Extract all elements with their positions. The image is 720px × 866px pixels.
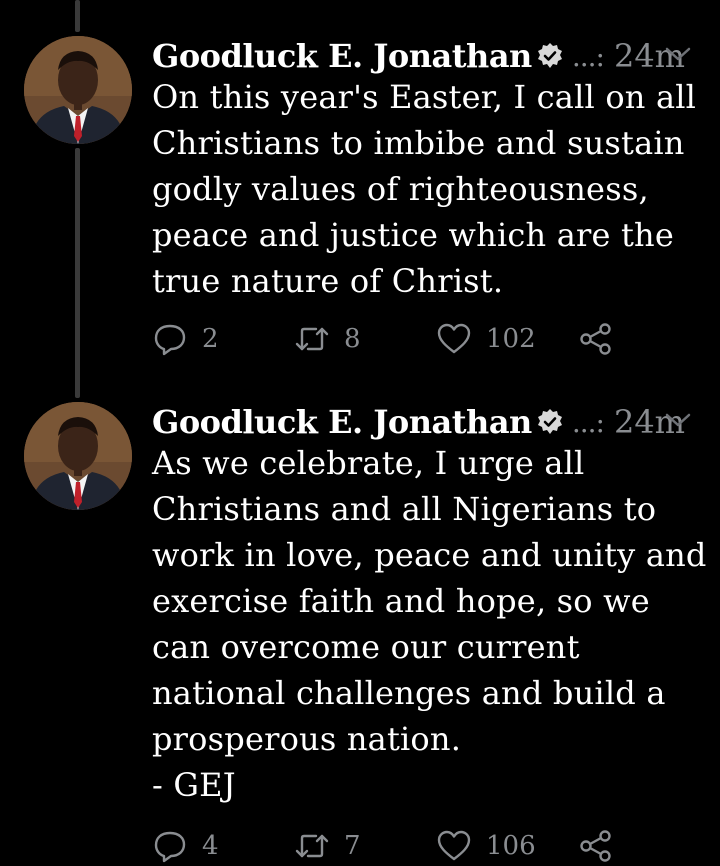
display-name[interactable]: Goodluck E. Jonathan bbox=[152, 403, 532, 441]
like-count: 102 bbox=[486, 324, 536, 354]
chevron-down-icon[interactable] bbox=[664, 410, 692, 430]
reply-icon bbox=[154, 831, 186, 863]
tweet[interactable]: Goodluck E. Jonathan ...: 24m As we cele… bbox=[0, 398, 720, 863]
profile-photo bbox=[24, 36, 132, 144]
tweet-actions: 4 7 106 bbox=[152, 826, 712, 866]
heart-icon bbox=[437, 830, 471, 861]
profile-photo bbox=[24, 402, 132, 510]
tweet-header: Goodluck E. Jonathan ...: 24m bbox=[152, 32, 712, 80]
verified-badge-icon bbox=[536, 42, 564, 70]
retweet-count: 7 bbox=[344, 831, 361, 861]
like-button[interactable]: 106 bbox=[436, 826, 536, 866]
like-button[interactable]: 102 bbox=[436, 319, 536, 359]
retweet-icon bbox=[295, 834, 329, 858]
share-button[interactable] bbox=[578, 319, 614, 359]
retweet-icon bbox=[295, 327, 329, 351]
tweet-text: As we celebrate, I urge all Christians a… bbox=[152, 444, 707, 804]
tweet-header: Goodluck E. Jonathan ...: 24m bbox=[152, 398, 712, 446]
reply-count: 2 bbox=[202, 324, 219, 354]
thread-connector-line bbox=[75, 0, 80, 32]
like-count: 106 bbox=[486, 831, 536, 861]
share-icon bbox=[580, 323, 611, 355]
handle: ...: bbox=[571, 39, 605, 73]
reply-count: 4 bbox=[202, 831, 219, 861]
handle: ...: bbox=[571, 405, 605, 439]
reply-button[interactable]: 4 bbox=[152, 826, 219, 866]
chevron-down-icon[interactable] bbox=[664, 44, 692, 64]
tweet-text: On this year's Easter, I call on all Chr… bbox=[152, 78, 697, 300]
reply-button[interactable]: 2 bbox=[152, 319, 219, 359]
share-button[interactable] bbox=[578, 826, 614, 866]
retweet-count: 8 bbox=[344, 324, 361, 354]
tweet[interactable]: Goodluck E. Jonathan ...: 24m On this ye… bbox=[0, 32, 720, 402]
tweet-thread: Goodluck E. Jonathan ...: 24m On this ye… bbox=[0, 0, 720, 863]
avatar[interactable] bbox=[24, 402, 132, 510]
retweet-button[interactable]: 7 bbox=[294, 826, 361, 866]
display-name[interactable]: Goodluck E. Jonathan bbox=[152, 37, 532, 75]
share-icon bbox=[580, 830, 611, 862]
tweet-actions: 2 8 102 bbox=[152, 319, 712, 359]
retweet-button[interactable]: 8 bbox=[294, 319, 361, 359]
avatar[interactable] bbox=[24, 36, 132, 144]
verified-badge-icon bbox=[536, 408, 564, 436]
heart-icon bbox=[437, 323, 471, 354]
reply-icon bbox=[154, 324, 186, 356]
